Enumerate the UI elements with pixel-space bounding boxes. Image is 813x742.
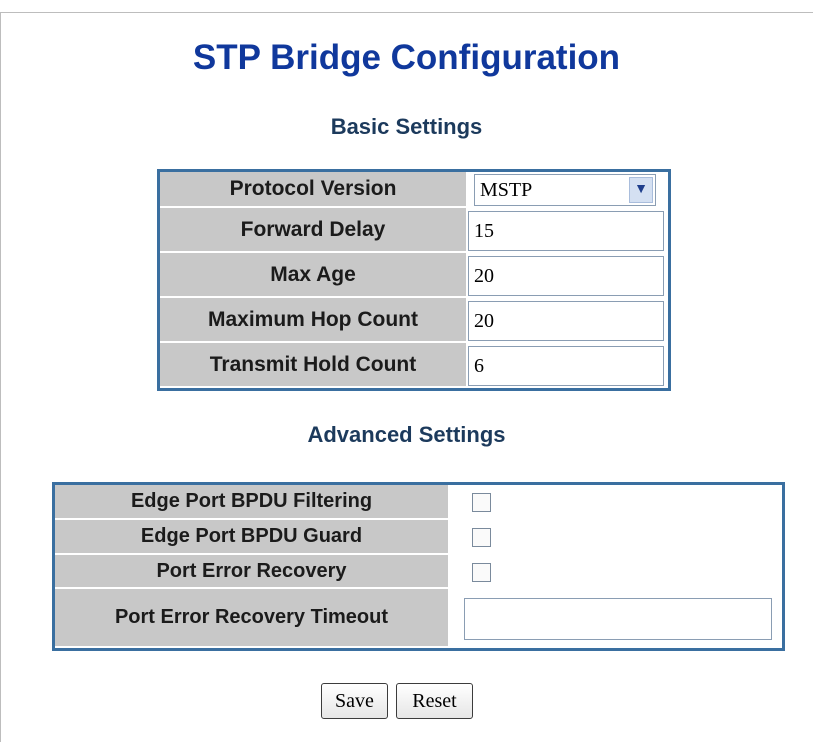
advanced-settings-heading: Advanced Settings (307, 422, 506, 447)
tx-hold-count-input[interactable]: 6 (468, 345, 664, 386)
error-recovery-timeout-input[interactable] (464, 597, 772, 640)
forward-delay-cell: 15 (468, 208, 668, 253)
max-hop-count-cell: 20 (468, 298, 668, 343)
frame-top-border (0, 12, 813, 13)
error-recovery-checkbox[interactable] (472, 562, 491, 582)
error-recovery-timeout-label: Port Error Recovery Timeout (55, 589, 450, 648)
max-hop-count-label: Maximum Hop Count (160, 298, 468, 343)
bpdu-filtering-checkbox[interactable] (472, 492, 491, 512)
forward-delay-label: Forward Delay (160, 208, 468, 253)
error-recovery-row: Port Error Recovery (55, 554, 782, 590)
bpdu-filtering-row: Edge Port BPDU Filtering (55, 485, 782, 520)
save-button[interactable]: Save (321, 683, 388, 719)
max-age-cell: 20 (468, 253, 668, 298)
error-recovery-label: Port Error Recovery (55, 554, 450, 590)
error-recovery-timeout-cell (450, 589, 782, 648)
tx-hold-count-label: Transmit Hold Count (160, 343, 468, 388)
tx-hold-count-cell: 6 (468, 343, 668, 388)
basic-settings-table: Protocol Version MSTP ▼ Forward Delay 15… (157, 169, 671, 391)
protocol-version-label: Protocol Version (160, 172, 468, 208)
tx-hold-count-row: Transmit Hold Count 6 (160, 343, 668, 388)
forward-delay-input[interactable]: 15 (468, 210, 664, 251)
page-title: STP Bridge Configuration (192, 38, 621, 77)
protocol-version-cell: MSTP ▼ (468, 172, 668, 208)
advanced-settings-table: Edge Port BPDU Filtering Edge Port BPDU … (52, 482, 785, 651)
basic-settings-heading: Basic Settings (330, 114, 483, 139)
max-age-label: Max Age (160, 253, 468, 298)
bpdu-guard-row: Edge Port BPDU Guard (55, 519, 782, 555)
chevron-down-icon[interactable]: ▼ (629, 177, 653, 203)
max-hop-count-input[interactable]: 20 (468, 300, 664, 341)
forward-delay-row: Forward Delay 15 (160, 208, 668, 253)
bpdu-filtering-cell (450, 485, 782, 520)
bpdu-filtering-label: Edge Port BPDU Filtering (55, 485, 450, 520)
protocol-version-select[interactable]: MSTP ▼ (474, 174, 656, 206)
bpdu-guard-cell (450, 519, 782, 555)
bpdu-guard-label: Edge Port BPDU Guard (55, 519, 450, 555)
error-recovery-timeout-row: Port Error Recovery Timeout (55, 589, 782, 648)
max-hop-count-row: Maximum Hop Count 20 (160, 298, 668, 343)
max-age-row: Max Age 20 (160, 253, 668, 298)
protocol-version-row: Protocol Version MSTP ▼ (160, 172, 668, 208)
error-recovery-cell (450, 554, 782, 590)
bpdu-guard-checkbox[interactable] (472, 527, 491, 547)
max-age-input[interactable]: 20 (468, 255, 664, 296)
reset-button[interactable]: Reset (396, 683, 473, 719)
protocol-version-value: MSTP (480, 179, 533, 201)
